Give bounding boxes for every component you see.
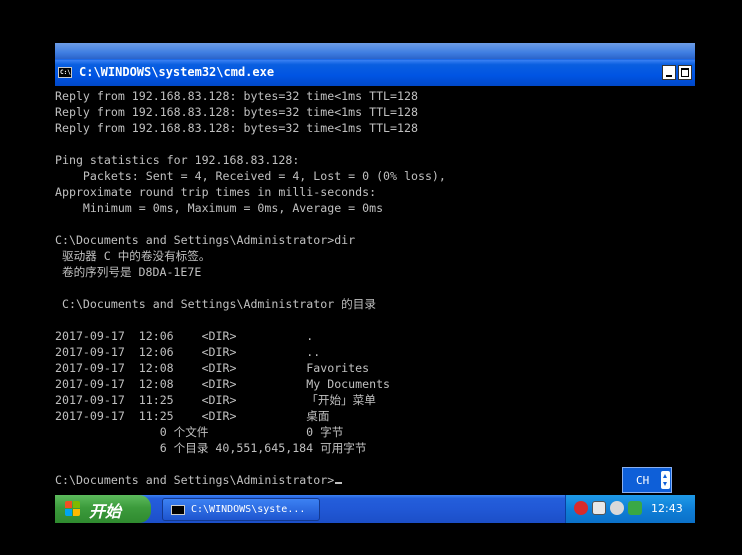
console-line: Minimum = 0ms, Maximum = 0ms, Average = … xyxy=(55,201,384,215)
system-tray: 12:43 xyxy=(565,495,695,523)
clock[interactable]: 12:43 xyxy=(651,502,683,515)
start-label: 开始 xyxy=(89,502,122,521)
language-indicator[interactable]: CH xyxy=(636,474,649,487)
text-cursor xyxy=(335,482,343,484)
security-alert-icon[interactable] xyxy=(574,501,588,515)
desktop-wallpaper xyxy=(55,43,695,59)
speaker-icon[interactable] xyxy=(610,501,624,515)
start-button[interactable]: 开始 xyxy=(55,495,151,523)
language-bar[interactable]: CH xyxy=(622,467,672,493)
console-line: Reply from 192.168.83.128: bytes=32 time… xyxy=(55,121,418,135)
desktop: C:\ C:\WINDOWS\system32\cmd.exe Reply fr… xyxy=(0,0,742,555)
console-line: Approximate round trip times in milli-se… xyxy=(55,185,377,199)
console-line: Packets: Sent = 4, Received = 4, Lost = … xyxy=(55,169,446,183)
console-line: 6 个目录 40,551,645,184 可用字节 xyxy=(55,441,367,455)
console-line: C:\Documents and Settings\Administrator>… xyxy=(55,233,356,247)
console-line: 2017-09-17 12:06 <DIR> . xyxy=(55,329,314,343)
console-line: Reply from 192.168.83.128: bytes=32 time… xyxy=(55,89,418,103)
vmware-tools-icon[interactable] xyxy=(592,501,606,515)
console-output[interactable]: Reply from 192.168.83.128: bytes=32 time… xyxy=(55,88,695,495)
language-bar-options-icon[interactable] xyxy=(661,471,670,489)
console-prompt-line[interactable]: C:\Documents and Settings\Administrator> xyxy=(55,472,343,488)
console-line: 2017-09-17 11:25 <DIR> 「开始」菜单 xyxy=(55,393,376,407)
cmd-window[interactable]: C:\ C:\WINDOWS\system32\cmd.exe Reply fr… xyxy=(55,59,695,495)
console-line: 2017-09-17 11:25 <DIR> 桌面 xyxy=(55,409,330,423)
console-line: 2017-09-17 12:08 <DIR> My Documents xyxy=(55,377,391,391)
console-line: 0 个文件 0 字节 xyxy=(55,425,344,439)
console-line: 驱动器 C 中的卷没有标签。 xyxy=(55,249,211,263)
title-bar[interactable]: C:\ C:\WINDOWS\system32\cmd.exe xyxy=(55,59,695,86)
maximize-button[interactable] xyxy=(678,65,692,80)
console-line: 2017-09-17 12:06 <DIR> .. xyxy=(55,345,321,359)
taskbar-button-cmd[interactable]: C:\WINDOWS\syste... xyxy=(162,498,320,521)
console-line: Reply from 192.168.83.128: bytes=32 time… xyxy=(55,105,418,119)
window-title: C:\WINDOWS\system32\cmd.exe xyxy=(79,65,275,79)
minimize-button[interactable] xyxy=(662,65,676,80)
network-icon[interactable] xyxy=(628,501,642,515)
taskbar: 开始 C:\WINDOWS\syste... 12:43 xyxy=(55,495,695,523)
console-line: Ping statistics for 192.168.83.128: xyxy=(55,153,300,167)
taskbar-button-label: C:\WINDOWS\syste... xyxy=(191,504,306,515)
console-icon xyxy=(171,505,185,515)
console-line: 卷的序列号是 D8DA-1E7E xyxy=(55,265,202,279)
console-prompt: C:\Documents and Settings\Administrator> xyxy=(55,473,335,487)
console-line: 2017-09-17 12:08 <DIR> Favorites xyxy=(55,361,370,375)
console-line: C:\Documents and Settings\Administrator … xyxy=(55,297,376,311)
console-icon[interactable]: C:\ xyxy=(58,67,72,78)
windows-logo-icon xyxy=(65,501,81,517)
